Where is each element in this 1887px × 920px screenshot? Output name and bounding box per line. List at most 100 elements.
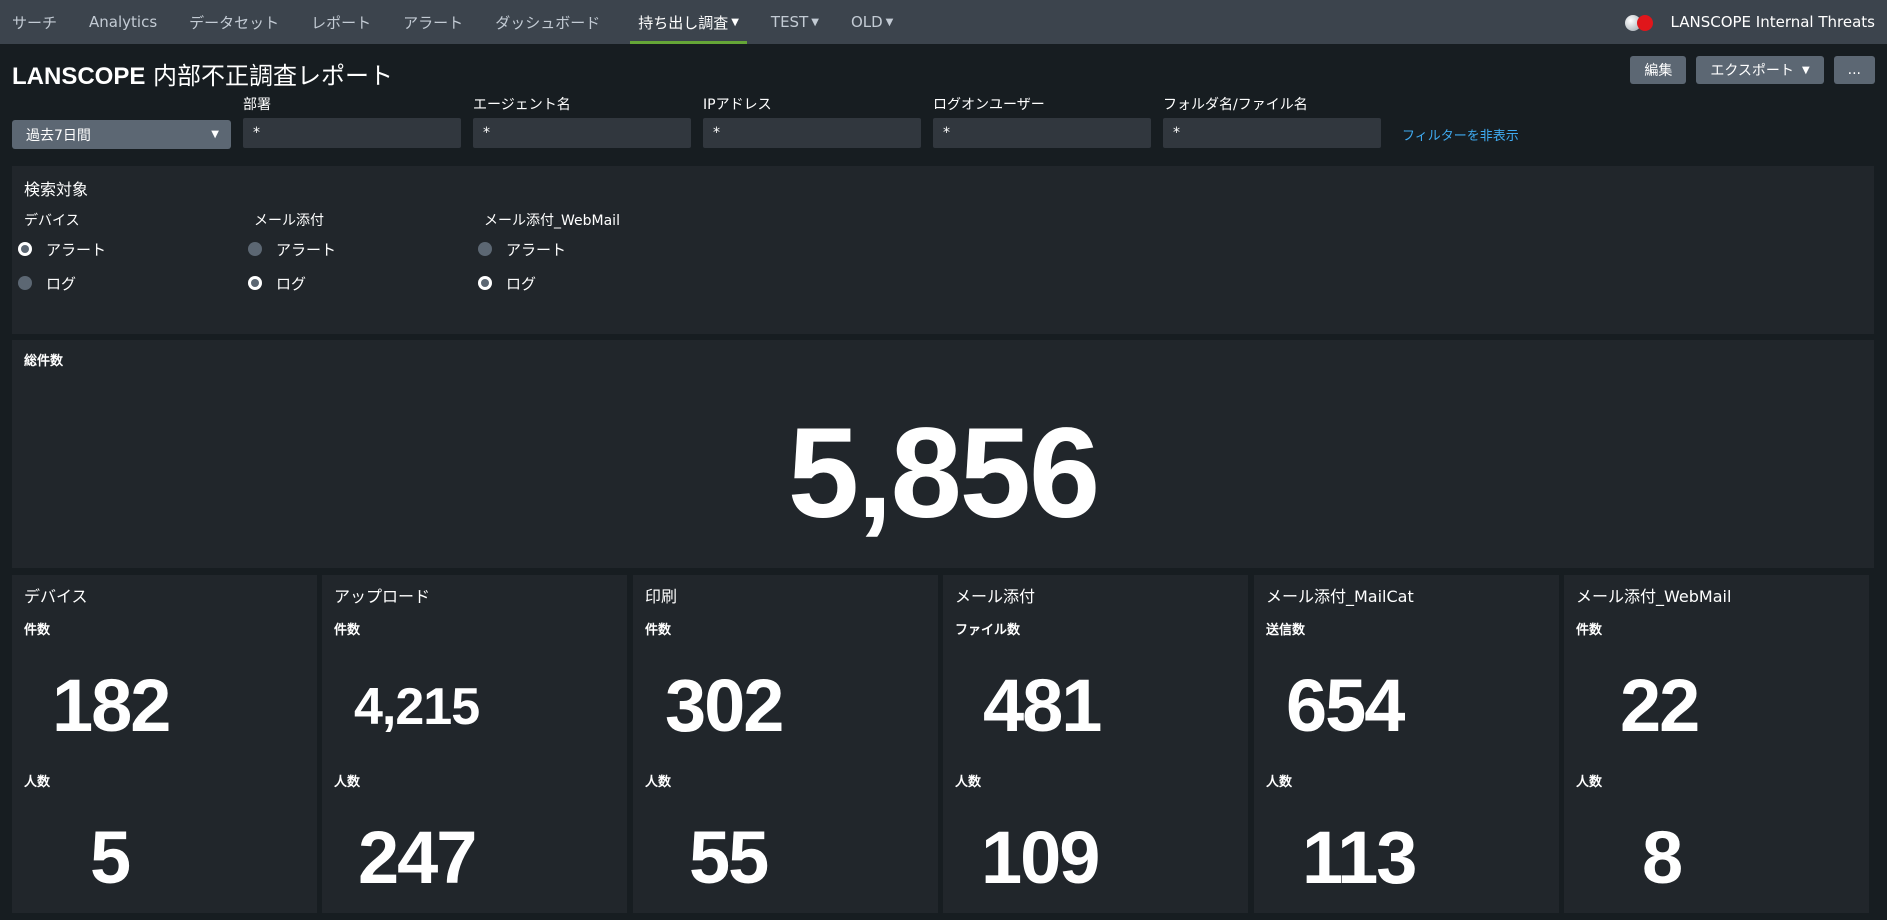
filter-agent-name: エージェント名	[473, 94, 691, 148]
nav-alerts-label: アラート	[403, 13, 464, 32]
stat-value-count: 302	[665, 664, 784, 747]
hide-filters-link[interactable]: フィルターを非表示	[1402, 125, 1519, 144]
stat-panel-print: 印刷 件数 302 人数 55	[633, 575, 938, 913]
chevron-down-icon: ▼	[885, 16, 894, 28]
nav-dashboards-label: ダッシュボード	[495, 13, 601, 32]
page-title: LANSCOPE 内部不正調査レポート	[12, 56, 393, 91]
stat-value-count: 4,215	[354, 678, 480, 736]
export-button[interactable]: エクスポート ▼	[1696, 56, 1824, 84]
stat-label-people: 人数	[955, 775, 982, 790]
nav-test[interactable]: TEST ▼	[755, 0, 835, 44]
radio-checked-icon	[248, 276, 262, 290]
stat-label-file-count: ファイル数	[955, 623, 1021, 638]
stat-value-count: 654	[1286, 664, 1405, 747]
ip-address-input[interactable]	[703, 118, 921, 148]
total-count-panel: 総件数 5,856	[12, 340, 1874, 568]
nav-takeout-investigation[interactable]: 持ち出し調査 ▼	[622, 0, 755, 44]
radio-unchecked-icon	[478, 242, 492, 256]
filter-logon-user: ログオンユーザー	[933, 94, 1151, 148]
filter-logon-user-label: ログオンユーザー	[933, 97, 1045, 113]
radio-unchecked-icon	[248, 242, 262, 256]
stat-title: デバイス	[24, 587, 88, 606]
edit-button[interactable]: 編集	[1630, 56, 1687, 84]
stat-label-people: 人数	[334, 775, 361, 790]
radio-device-log[interactable]: ログ	[18, 266, 106, 300]
app-name: LANSCOPE Internal Threats	[1670, 13, 1875, 31]
agent-name-input[interactable]	[473, 118, 691, 148]
chevron-down-icon: ▼	[1801, 64, 1810, 76]
stat-value-count: 481	[983, 664, 1102, 747]
stat-label-people: 人数	[1266, 775, 1293, 790]
nav-old[interactable]: OLD ▼	[835, 0, 909, 44]
radio-group-device-title: デバイス	[24, 213, 80, 229]
radio-checked-icon	[18, 242, 32, 256]
stat-value-count: 182	[52, 664, 171, 747]
stat-panel-mail-attachment: メール添付 ファイル数 481 人数 109	[943, 575, 1248, 913]
top-nav: サーチ Analytics データセット レポート アラート ダッシュボード 持…	[0, 0, 1887, 44]
search-target-title: 検索対象	[24, 180, 89, 199]
more-button-label: ...	[1847, 62, 1861, 78]
nav-search-label: サーチ	[12, 13, 58, 32]
time-range-select[interactable]: 過去7日間 ▼	[12, 120, 231, 149]
stat-title: 印刷	[645, 587, 678, 606]
nav-alerts[interactable]: アラート	[387, 0, 479, 44]
logon-user-input[interactable]	[933, 118, 1151, 148]
chevron-down-icon: ▼	[211, 129, 219, 140]
stat-value-people: 8	[1642, 816, 1683, 899]
nav-datasets[interactable]: データセット	[173, 0, 295, 44]
filter-agent-name-label: エージェント名	[473, 97, 571, 113]
chevron-down-icon: ▼	[811, 16, 819, 28]
nav-reports-label: レポート	[311, 13, 372, 32]
stat-label-count: 件数	[1576, 623, 1603, 638]
stat-label-count: 件数	[334, 623, 361, 638]
radio-label: ログ	[276, 274, 307, 293]
header-actions: 編集 エクスポート ▼ ...	[1630, 56, 1875, 84]
radio-label: アラート	[46, 240, 107, 259]
stat-label-people: 人数	[24, 775, 51, 790]
stat-title: メール添付	[955, 587, 1036, 606]
stat-panel-device: デバイス 件数 182 人数 5	[12, 575, 317, 913]
radio-device-alert[interactable]: アラート	[18, 232, 107, 266]
nav-datasets-label: データセット	[189, 13, 280, 32]
stat-value-people: 109	[981, 816, 1100, 899]
stat-title: アップロード	[334, 587, 431, 606]
chevron-down-icon: ▼	[731, 16, 739, 28]
stat-label-people: 人数	[1576, 775, 1603, 790]
filter-department: 部署	[243, 94, 461, 148]
filter-folder-file-label: フォルダ名/ファイル名	[1163, 97, 1308, 113]
stat-panel-mailcat: メール添付_MailCat 送信数 654 人数 113	[1254, 575, 1559, 913]
radio-mail-alert[interactable]: アラート	[248, 232, 336, 266]
filter-ip-address-label: IPアドレス	[703, 97, 772, 113]
radio-group-mail-title: メール添付	[254, 213, 324, 229]
stat-value-count: 22	[1620, 664, 1700, 747]
radio-group-mail-attachment: メール添付 アラート ログ	[248, 210, 336, 300]
radio-group-webmail: メール添付_WebMail アラート ログ	[478, 210, 620, 300]
stat-title: メール添付_MailCat	[1266, 587, 1414, 606]
folder-file-input[interactable]	[1163, 118, 1381, 148]
radio-webmail-alert[interactable]: アラート	[478, 232, 620, 266]
stat-value-people: 55	[689, 816, 769, 899]
page-title-text: 内部不正調査レポート	[145, 62, 393, 90]
radio-mail-log[interactable]: ログ	[248, 266, 336, 300]
nav-dashboards[interactable]: ダッシュボード	[479, 0, 616, 44]
radio-webmail-log[interactable]: ログ	[478, 266, 620, 300]
total-count-title: 総件数	[24, 354, 64, 369]
stat-label-people: 人数	[645, 775, 672, 790]
more-button[interactable]: ...	[1833, 56, 1875, 84]
radio-unchecked-icon	[18, 276, 32, 290]
stat-label-count: 件数	[24, 623, 51, 638]
radio-label: ログ	[506, 274, 537, 293]
nav-search[interactable]: サーチ	[0, 0, 73, 44]
nav-takeout-label: 持ち出し調査	[638, 13, 729, 32]
nav-test-label: TEST	[770, 13, 809, 31]
department-input[interactable]	[243, 118, 461, 148]
nav-reports[interactable]: レポート	[295, 0, 387, 44]
radio-label: ログ	[46, 274, 77, 293]
export-button-label: エクスポート	[1710, 63, 1794, 79]
filter-department-label: 部署	[243, 97, 271, 113]
radio-group-webmail-title: メール添付_WebMail	[484, 213, 620, 229]
nav-analytics[interactable]: Analytics	[73, 0, 173, 44]
stat-panel-upload: アップロード 件数 4,215 人数 247	[322, 575, 627, 913]
stat-label-count: 件数	[645, 623, 672, 638]
stat-title: メール添付_WebMail	[1576, 587, 1732, 606]
